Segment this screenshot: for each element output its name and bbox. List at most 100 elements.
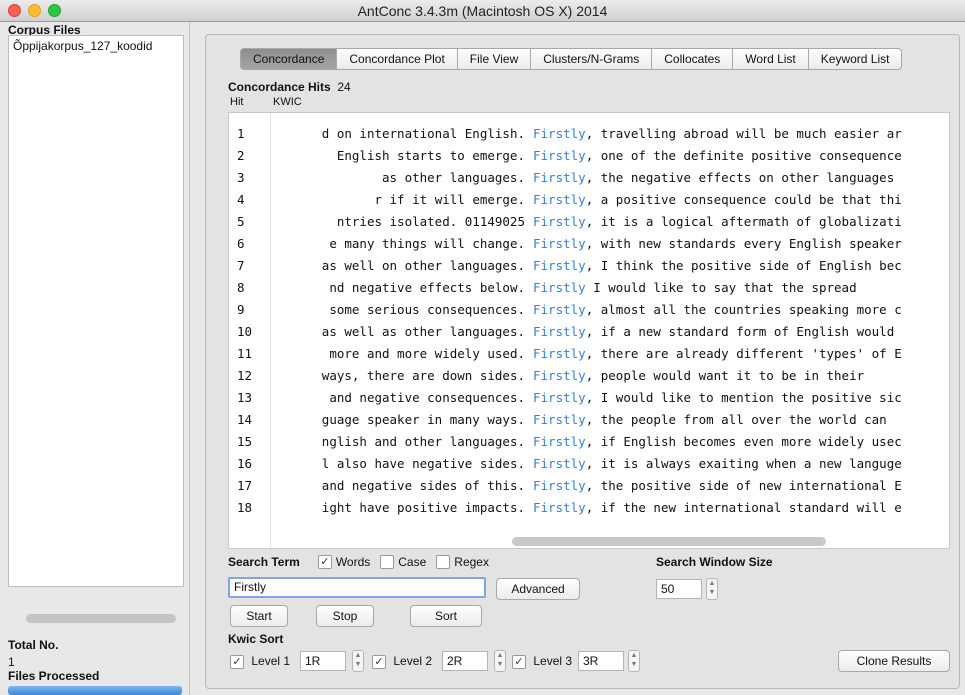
search-window-size-stepper[interactable]: ▲ ▼: [706, 578, 718, 600]
clone-results-button[interactable]: Clone Results: [838, 650, 950, 672]
tab-clusters-ngrams[interactable]: Clusters/N-Grams: [531, 48, 653, 70]
tab-file-view[interactable]: File View: [457, 48, 532, 70]
level-2-checkbox[interactable]: ✓: [372, 654, 386, 669]
kwic-keyword[interactable]: Firstly: [533, 412, 586, 427]
kwic-keyword[interactable]: Firstly: [533, 280, 586, 295]
kwic-keyword[interactable]: Firstly: [533, 390, 586, 405]
sort-level-3: ✓ Level 3: [512, 654, 572, 669]
kwic-right-context-text: , it is always exaiting when a new langu…: [585, 456, 902, 471]
corpus-file-list[interactable]: Õppijakorpus_127_koodid: [8, 35, 184, 587]
kwic-right-context-text: , I think the positive side of English b…: [585, 258, 902, 273]
hit-column-header[interactable]: Hit: [230, 96, 243, 108]
search-window-size-input[interactable]: 50: [656, 579, 702, 599]
kwic-keyword[interactable]: Firstly: [533, 302, 586, 317]
kwic-keyword[interactable]: Firstly: [533, 368, 586, 383]
level-2-stepper[interactable]: ▲ ▼: [494, 650, 506, 672]
level-2-input[interactable]: 2R: [442, 651, 488, 671]
kwic-row[interactable]: 10 as well as other languages. Firstly, if…: [229, 321, 949, 343]
kwic-keyword[interactable]: Firstly: [533, 214, 586, 229]
files-processed-label: Files Processed: [8, 669, 100, 683]
kwic-left-context-text: and negative consequences.: [329, 390, 525, 405]
regex-checkbox[interactable]: [436, 555, 451, 569]
kwic-keyword[interactable]: Firstly: [533, 192, 586, 207]
kwic-row[interactable]: 2 English starts to emerge. Firstly, one o…: [229, 145, 949, 167]
tab-word-list[interactable]: Word List: [733, 48, 809, 70]
search-term-label: Search Term: [228, 555, 300, 569]
kwic-hit-number: 2: [237, 148, 245, 163]
corpus-file-item[interactable]: Õppijakorpus_127_koodid: [9, 36, 183, 56]
file-list-scrollbar[interactable]: [26, 614, 176, 623]
tab-keyword-list[interactable]: Keyword List: [808, 48, 903, 70]
advanced-button[interactable]: Advanced: [496, 578, 580, 600]
words-checkbox[interactable]: ✓: [317, 555, 332, 569]
kwic-row[interactable]: 15 nglish and other languages. Firstly, if…: [229, 431, 949, 453]
tab-concordance-plot[interactable]: Concordance Plot: [337, 48, 458, 70]
level-1-input[interactable]: 1R: [300, 651, 346, 671]
kwic-right-context-text: , people would want it to be in their: [585, 368, 865, 383]
kwic-keyword[interactable]: Firstly: [533, 456, 586, 471]
search-term-input[interactable]: Firstly: [228, 577, 486, 598]
kwic-row[interactable]: 11 more and more widely used. Firstly, the…: [229, 343, 949, 365]
level-3-checkbox[interactable]: ✓: [512, 654, 526, 669]
kwic-row[interactable]: 6 e many things will change. Firstly, with…: [229, 233, 949, 255]
stop-button[interactable]: Stop: [316, 605, 374, 627]
kwic-keyword[interactable]: Firstly: [533, 148, 586, 163]
kwic-left-context-text: guage speaker in many ways.: [321, 412, 525, 427]
kwic-keyword[interactable]: Firstly: [533, 434, 586, 449]
kwic-keyword[interactable]: Firstly: [533, 236, 586, 251]
kwic-keyword[interactable]: Firstly: [533, 170, 586, 185]
case-checkbox[interactable]: [380, 555, 395, 569]
level-3-stepper[interactable]: ▲ ▼: [628, 650, 640, 672]
kwic-keyword[interactable]: Firstly: [533, 478, 586, 493]
kwic-keyword[interactable]: Firstly: [533, 500, 586, 515]
kwic-right-context: Firstly, the people from all over the wo…: [533, 412, 937, 427]
level-1-checkbox[interactable]: ✓: [230, 654, 244, 669]
sort-button[interactable]: Sort: [410, 605, 482, 627]
kwic-row[interactable]: 8 nd negative effects below. Firstly I wou…: [229, 277, 949, 299]
title-bar: AntConc 3.4.3m (Macintosh OS X) 2014: [0, 0, 965, 22]
kwic-left-context-text: r if it will emerge.: [374, 192, 525, 207]
kwic-results-list[interactable]: 1d on international English. Firstly, tra…: [228, 112, 950, 549]
search-window-size-label: Search Window Size: [656, 555, 773, 569]
tab-concordance[interactable]: Concordance: [240, 48, 338, 70]
kwic-right-context: Firstly, with new standards every Englis…: [533, 236, 937, 251]
kwic-left-context-text: nd negative effects below.: [329, 280, 525, 295]
kwic-hit-number: 1: [237, 126, 245, 141]
kwic-sort-label: Kwic Sort: [228, 632, 284, 646]
kwic-row[interactable]: 1 d on international English. Firstly, tra…: [229, 123, 949, 145]
files-processed-progress: [8, 686, 182, 695]
kwic-left-context-text: ntries isolated. 01149025: [336, 214, 525, 229]
kwic-row[interactable]: 3 as other languages. Firstly, the negativ…: [229, 167, 949, 189]
kwic-row[interactable]: 13 and negative consequences. Firstly, I w…: [229, 387, 949, 409]
kwic-row[interactable]: 4 r if it will emerge. Firstly, a positive…: [229, 189, 949, 211]
kwic-column-header[interactable]: KWIC: [273, 96, 302, 108]
kwic-row[interactable]: 7 as well on other languages. Firstly, I t…: [229, 255, 949, 277]
start-button[interactable]: Start: [230, 605, 288, 627]
kwic-right-context-text: , a positive consequence could be that t…: [585, 192, 902, 207]
kwic-right-context-text: , travelling abroad will be much easier …: [585, 126, 902, 141]
kwic-left-context: English starts to emerge.: [270, 148, 525, 163]
kwic-horizontal-scroll-thumb[interactable]: [512, 537, 826, 546]
kwic-row[interactable]: 12 ways, there are down sides. Firstly, pe…: [229, 365, 949, 387]
kwic-row[interactable]: 18 ight have positive impacts. Firstly, if…: [229, 497, 949, 519]
tab-collocates[interactable]: Collocates: [652, 48, 734, 70]
kwic-right-context-text: , the negative effects on other language…: [585, 170, 895, 185]
kwic-keyword[interactable]: Firstly: [533, 258, 586, 273]
kwic-right-context-text: , the people from all over the world can: [585, 412, 887, 427]
kwic-row[interactable]: 5 ntries isolated. 01149025 Firstly, it is…: [229, 211, 949, 233]
kwic-right-context: Firstly, the positive side of new intern…: [533, 478, 937, 493]
kwic-row[interactable]: 16 l also have negative sides. Firstly, it…: [229, 453, 949, 475]
kwic-right-context-text: , if the new international standard will…: [585, 500, 902, 515]
kwic-keyword[interactable]: Firstly: [533, 346, 586, 361]
kwic-right-context-text: , it is a logical aftermath of globaliza…: [585, 214, 902, 229]
level-1-stepper[interactable]: ▲ ▼: [352, 650, 364, 672]
kwic-left-context-text: as other languages.: [382, 170, 525, 185]
kwic-keyword[interactable]: Firstly: [533, 126, 586, 141]
level-3-input[interactable]: 3R: [578, 651, 624, 671]
kwic-row[interactable]: 17 and negative sides of this. Firstly, th…: [229, 475, 949, 497]
kwic-keyword[interactable]: Firstly: [533, 324, 586, 339]
kwic-row[interactable]: 9 some serious consequences. Firstly, almo…: [229, 299, 949, 321]
kwic-right-context-text: , there are already different 'types' of…: [585, 346, 902, 361]
kwic-row[interactable]: 14 guage speaker in many ways. Firstly, th…: [229, 409, 949, 431]
kwic-right-context: Firstly, a positive consequence could be…: [533, 192, 937, 207]
